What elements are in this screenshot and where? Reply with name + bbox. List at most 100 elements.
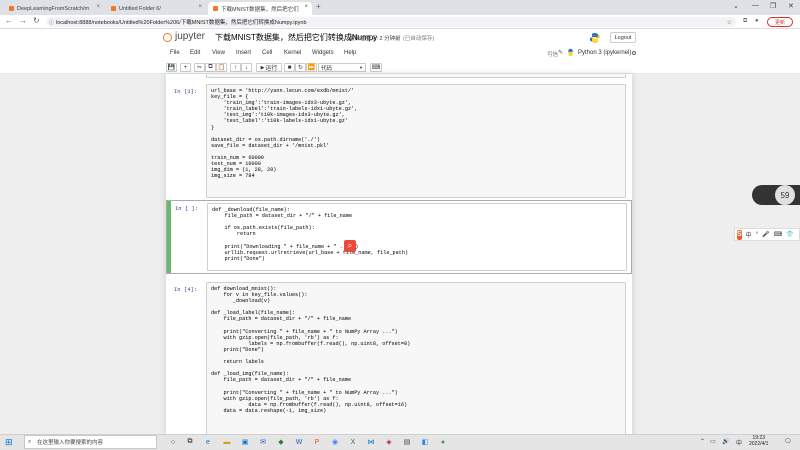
minimize-icon[interactable]: — [752, 2, 759, 9]
tab-deeplearning[interactable]: DeepLearningFromScratch/m × [4, 2, 104, 15]
extensions-icon[interactable]: ⧉ [743, 18, 747, 25]
wechat-icon[interactable]: ● [438, 437, 448, 447]
back-icon[interactable]: ← [5, 16, 13, 25]
mail-icon[interactable]: ✉ [258, 437, 268, 447]
clock-date: 2022/4/1 [749, 441, 769, 447]
play-icon: ▶ [260, 64, 265, 71]
cut-icon[interactable]: ✂ [194, 63, 205, 72]
cell-code[interactable]: def download_mnist(): for v in key_file.… [207, 283, 625, 414]
code-cell[interactable]: In [3]: url_base = 'http://yann.lecun.co… [166, 84, 632, 198]
menu-help[interactable]: Help [344, 50, 356, 56]
menu-widgets[interactable]: Widgets [312, 50, 334, 56]
cell-code[interactable]: def _download(file_name): file_path = da… [208, 204, 626, 262]
menu-edit[interactable]: Edit [190, 50, 200, 56]
code-cell-selected[interactable]: In [ ]: def _download(file_name): file_p… [166, 200, 632, 274]
move-up-icon[interactable]: ↑ [230, 63, 241, 72]
powerpoint-icon[interactable]: P [312, 437, 322, 447]
cell-input[interactable]: def download_mnist(): for v in key_file.… [206, 282, 626, 450]
microphone-icon[interactable]: 🎤 [762, 231, 769, 238]
menu-insert[interactable]: Insert [236, 50, 251, 56]
edge-icon[interactable]: e [203, 437, 213, 447]
trusted-indicator[interactable]: 可信 [547, 50, 558, 58]
run-button[interactable]: ▶ 运行 [256, 63, 282, 72]
run-label: 运行 [265, 66, 278, 72]
save-icon[interactable]: 💾 [166, 63, 177, 72]
copy-icon[interactable]: ⧉ [205, 63, 216, 72]
app-purple-icon[interactable]: ◈ [384, 437, 394, 447]
bookmark-star-icon[interactable]: ☆ [727, 19, 732, 26]
jupyter-favicon-icon [213, 6, 218, 11]
chrome-icon[interactable]: ◉ [330, 437, 340, 447]
paste-icon[interactable]: 📋 [216, 63, 227, 72]
jupyter-logo-text[interactable]: jupyter [175, 31, 205, 42]
tab-close-icon[interactable]: × [198, 4, 202, 10]
python-logo-icon [590, 33, 600, 43]
menu-kernel[interactable]: Kernel [284, 50, 301, 56]
command-palette-keyboard-icon[interactable]: ⌨ [370, 63, 382, 72]
menu-cell[interactable]: Cell [262, 50, 272, 56]
tab-untitled-folder[interactable]: Untitled Folder 6/ × [106, 2, 206, 15]
file-explorer-icon[interactable]: ▬ [222, 437, 232, 447]
word-icon[interactable]: W [294, 437, 304, 447]
url-text: localhost:8888/notebooks/Untitled%20Fold… [56, 20, 307, 26]
system-clock[interactable]: 19:23 2022/4/1 [749, 435, 768, 447]
tab-notebook[interactable]: 下载MNIST数据集，然后把它们 × [208, 2, 312, 15]
reload-icon[interactable]: ↻ [33, 16, 40, 25]
taskbar-search-placeholder: 在这里输入你要搜索的内容 [37, 440, 104, 446]
cell-type-select[interactable]: 代码 ▼ [318, 63, 366, 72]
tab-close-icon[interactable]: × [96, 4, 100, 10]
insert-cell-plus-icon[interactable]: + [180, 63, 191, 72]
speed-value[interactable]: 59 [775, 185, 795, 205]
jupyter-favicon-icon [9, 6, 14, 11]
store-icon[interactable]: ▣ [240, 437, 250, 447]
tab-search-icon[interactable]: ⌄ [733, 2, 739, 10]
menu-file[interactable]: File [170, 50, 180, 56]
close-window-icon[interactable]: ✕ [788, 2, 794, 10]
logout-button[interactable]: Logout [610, 32, 636, 43]
network-icon[interactable]: ▭ [710, 438, 716, 445]
profile-icon[interactable]: ● [755, 18, 759, 24]
kernel-name: Python 3 (ipykernel) [578, 50, 632, 56]
maximize-icon[interactable]: ❐ [770, 2, 776, 10]
tab-title: 下载MNIST数据集，然后把它们 [221, 6, 299, 13]
new-tab-button[interactable]: + [316, 2, 321, 11]
app-blue-icon[interactable]: ◧ [420, 437, 430, 447]
notifications-icon[interactable]: 🗨 [784, 438, 792, 445]
sogou-ime-icon[interactable]: S [737, 229, 742, 240]
tab-title: Untitled Folder 6/ [119, 5, 161, 12]
browser-tab-strip: DeepLearningFromScratch/m × Untitled Fol… [0, 0, 800, 15]
url-input[interactable]: ⓘ localhost:8888/notebooks/Untitled%20Fo… [46, 17, 736, 27]
forward-icon[interactable]: → [19, 16, 27, 25]
move-down-icon[interactable]: ↓ [241, 63, 252, 72]
ime-language[interactable]: 中 [746, 230, 752, 239]
terminal-icon[interactable]: ▤ [402, 437, 412, 447]
input-language[interactable]: 中 [736, 438, 742, 447]
app-icon[interactable]: ◆ [276, 437, 286, 447]
taskbar-search-input[interactable]: ⌕ 在这里输入你要搜索的内容 [24, 435, 157, 449]
cell-input[interactable]: url_base = 'http://yann.lecun.com/exdb/m… [206, 84, 626, 198]
interrupt-stop-icon[interactable]: ■ [284, 63, 295, 72]
tab-close-icon[interactable]: × [304, 4, 308, 10]
cell-input[interactable]: def _download(file_name): file_path = da… [207, 203, 627, 271]
restart-kernel-icon[interactable]: ↻ [295, 63, 306, 72]
ime-toolbar[interactable]: S 中 ° 🎤 ⌨ 👕 ⋮ [734, 228, 800, 241]
keyboard-icon[interactable]: ⌨ [774, 231, 783, 238]
info-icon[interactable]: ⓘ [49, 19, 54, 26]
previous-cell-input[interactable] [206, 74, 626, 78]
volume-icon[interactable]: 🔊 [722, 438, 729, 445]
update-button[interactable]: 更新 [767, 17, 793, 27]
vscode-icon[interactable]: ⋈ [366, 437, 376, 447]
tray-chevron-icon[interactable]: ⌃ [700, 438, 705, 445]
task-view-icon[interactable]: ⧉ [185, 437, 195, 447]
code-cell[interactable]: In [4]: def download_mnist(): for v in k… [166, 282, 632, 450]
cortana-icon[interactable]: ○ [168, 437, 178, 447]
jupyter-logo-icon[interactable] [163, 33, 172, 42]
punctuation-icon[interactable]: ° [756, 232, 758, 238]
cell-code[interactable]: url_base = 'http://yann.lecun.com/exdb/m… [207, 85, 625, 179]
windows-start-icon[interactable]: ⊞ [5, 437, 13, 448]
search-selection-icon[interactable]: ⌕ [344, 240, 356, 252]
excel-icon[interactable]: X [348, 437, 358, 447]
skin-icon[interactable]: 👕 [786, 231, 793, 238]
restart-run-all-icon[interactable]: ⏩ [306, 63, 317, 72]
menu-view[interactable]: View [212, 50, 225, 56]
